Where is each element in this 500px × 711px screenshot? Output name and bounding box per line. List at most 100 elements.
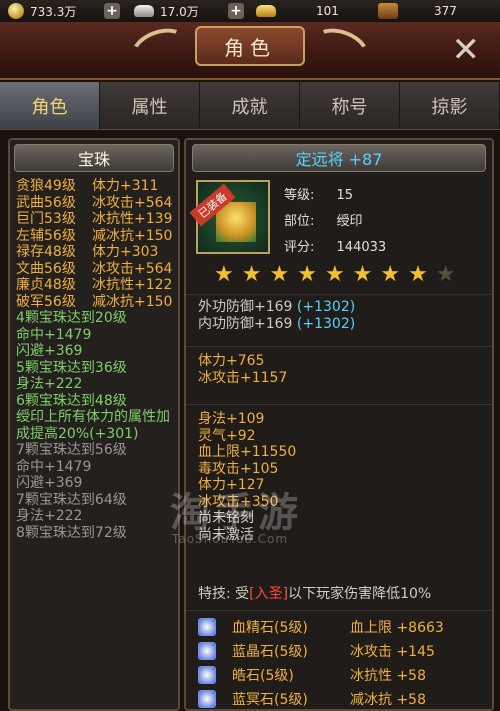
star-icon: ★ — [408, 262, 428, 287]
bead-row: 巨门53级 冰抗性+139 — [10, 211, 178, 228]
gold-amount: 101 — [316, 4, 339, 18]
equipment-detail-panel[interactable]: 定远将 +87 已装备 等级: 15 部位: 绶印 评分: 144033 ★ ★ ★… — [184, 138, 494, 711]
gem-name: 蓝晶石(5级) — [232, 644, 308, 660]
bead-panel-title: 宝珠 — [14, 144, 174, 172]
tab-character[interactable]: 角色 — [0, 82, 100, 129]
resource-bar: 733.3万 + 17.0万 + 101 377 — [0, 0, 500, 22]
set-bonus-line: 闪避+369 — [16, 343, 83, 359]
bag-amount: 377 — [434, 4, 457, 18]
window-header: 角色 ✕ — [0, 20, 500, 80]
star-icon: ★ — [241, 262, 262, 287]
set-bonus-line: 闪避+369 — [16, 475, 83, 491]
gem-name: 皓石(5级) — [232, 668, 294, 684]
close-button[interactable]: ✕ — [452, 30, 481, 70]
slot-label: 部位: — [284, 214, 315, 229]
set-bonus-line: 4颗宝珠达到20级 — [16, 310, 127, 326]
extra-stat: 身法+109 — [198, 411, 265, 427]
gem-icon — [198, 618, 216, 636]
bead-row: 廉贞48级 冰抗性+122 — [10, 277, 178, 294]
bead-name: 巨门53级 — [16, 211, 76, 227]
bag-icon — [378, 3, 398, 19]
star-icon: ★ — [435, 262, 456, 287]
bead-effect: 体力+311 — [92, 178, 159, 194]
silver-amount: 17.0万 — [160, 4, 199, 19]
bead-effect: 冰攻击+564 — [92, 260, 173, 277]
bead-set-bonus-list: 4颗宝珠达到20级 命中+1479 闪避+369 5颗宝珠达到36级 身法+222 6颗宝… — [10, 310, 178, 541]
page-title: 角色 — [195, 26, 305, 66]
score-row: 评分: 144033 — [284, 236, 386, 255]
level-label: 等级: — [284, 188, 315, 203]
gem-icon — [198, 642, 216, 660]
coin-amount: 733.3万 — [30, 4, 77, 19]
defense-section: 外功防御+169 (+1302) 内功防御+169 (+1302) — [186, 294, 492, 340]
extra-stat: 血上限+11550 — [198, 444, 297, 460]
gem-effect: 血上限 +8663 — [350, 620, 444, 636]
bead-name: 破军56级 — [16, 293, 76, 310]
tab-attributes[interactable]: 属性 — [100, 82, 200, 129]
main-stat-ice-attack: 冰攻击+1157 — [198, 369, 288, 386]
extra-stat: 毒攻击+105 — [198, 460, 279, 477]
star-rating: ★ ★ ★ ★ ★ ★ ★ ★ ★ — [214, 264, 456, 286]
set-bonus-line: 命中+1479 — [16, 458, 92, 475]
tab-titles[interactable]: 称号 — [300, 82, 400, 129]
star-icon: ★ — [269, 262, 290, 287]
set-bonus-line: 命中+1479 — [16, 326, 92, 343]
main-stat-vitality: 体力+765 — [198, 353, 265, 369]
horn-ornament-left — [124, 20, 196, 80]
add-silver-button[interactable]: + — [228, 3, 244, 19]
watermark-url: TaoShouYou.Com — [172, 532, 289, 546]
slot-row: 部位: 绶印 — [284, 210, 363, 229]
level-value: 15 — [336, 188, 354, 203]
gold-ingot-icon — [256, 5, 276, 17]
bead-name: 文曲56级 — [16, 260, 76, 277]
set-bonus-line: 6颗宝珠达到48级 — [16, 392, 127, 409]
bead-name: 贪狼49级 — [16, 178, 76, 194]
bead-effect: 冰抗性+139 — [92, 211, 173, 227]
gold-resource: 101 — [256, 2, 339, 20]
bead-name: 左辅56级 — [16, 227, 76, 244]
gem-effect: 减冰抗 +58 — [350, 692, 426, 708]
skill-text: 特技: 受[入圣]以下玩家伤害降低10% — [198, 586, 432, 602]
star-icon: ★ — [380, 262, 401, 287]
extra-stat: 灵气+92 — [198, 427, 256, 444]
bead-effect: 减冰抗+150 — [92, 293, 173, 310]
gem-row[interactable]: 皓石(5级) 冰抗性 +58 — [186, 663, 492, 687]
gem-name: 蓝冥石(5级) — [232, 692, 308, 708]
level-row: 等级: 15 — [284, 184, 353, 203]
equipment-icon[interactable]: 已装备 — [189, 180, 270, 254]
horn-ornament-right — [304, 20, 376, 80]
slot-value: 绶印 — [336, 214, 363, 229]
coin-resource: 733.3万 — [8, 2, 76, 20]
star-icon: ★ — [297, 262, 317, 287]
set-bonus-line: 7颗宝珠达到64级 — [16, 491, 127, 508]
score-label: 评分: — [284, 240, 315, 255]
silver-resource: 17.0万 — [134, 2, 199, 20]
tab-snapshots[interactable]: 掠影 — [400, 82, 500, 129]
gem-row[interactable]: 蓝晶石(5级) 冰攻击 +145 — [186, 639, 492, 663]
bead-name: 廉贞48级 — [16, 277, 76, 293]
silver-ingot-icon — [134, 5, 154, 17]
watermark-logo: 淘手游 — [170, 490, 302, 536]
skill-section: 特技: 受[入圣]以下玩家伤害降低10% — [186, 574, 492, 603]
tab-achievements[interactable]: 成就 — [200, 82, 300, 129]
gem-row[interactable]: 血精石(5级) 血上限 +8663 — [186, 615, 492, 639]
gem-row[interactable]: 蓝冥石(5级) 减冰抗 +58 — [186, 687, 492, 709]
bag-resource: 377 — [378, 2, 457, 20]
bead-effect: 冰攻击+564 — [92, 194, 173, 211]
bead-row: 武曲56级 冰攻击+564 — [10, 195, 178, 212]
tab-bar: 角色 属性 成就 称号 掠影 — [0, 82, 500, 130]
star-icon: ★ — [352, 262, 373, 287]
bead-row: 破军56级 减冰抗+150 — [10, 294, 178, 311]
defense-outer: 外功防御+169 (+1302) — [198, 299, 356, 315]
bead-panel[interactable]: 宝珠 贪狼49级 体力+311 武曲56级 冰攻击+564 巨门53级 冰抗性+139 左辅… — [8, 138, 180, 711]
gem-icon — [198, 690, 216, 708]
defense-inner: 内功防御+169 (+1302) — [198, 315, 356, 332]
gem-name: 血精石(5级) — [232, 620, 308, 636]
add-coin-button[interactable]: + — [104, 3, 120, 19]
set-bonus-line: 身法+222 — [16, 376, 83, 392]
set-bonus-line: 8颗宝珠达到72级 — [16, 524, 127, 541]
gem-effect: 冰抗性 +58 — [350, 668, 426, 684]
bead-effect: 冰抗性+122 — [92, 277, 173, 293]
bead-row: 左辅56级 减冰抗+150 — [10, 228, 178, 245]
bead-row: 禄存48级 体力+303 — [10, 244, 178, 261]
